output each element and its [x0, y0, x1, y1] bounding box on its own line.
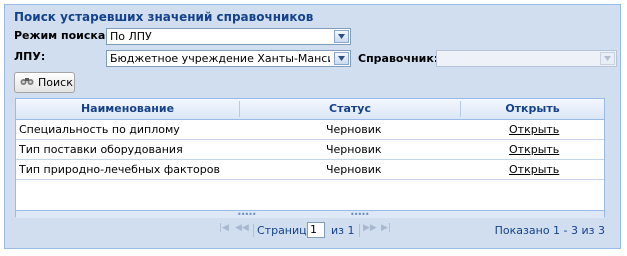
chevron-down-icon[interactable]	[600, 52, 615, 65]
search-button-label: Поиск	[38, 76, 73, 89]
row-status: Черновик	[326, 163, 382, 176]
grid-splitter[interactable]: ••••• •••••	[16, 210, 604, 219]
splitter-grip-icon: •••••	[350, 210, 370, 219]
column-header-name[interactable]: Наименование	[16, 99, 239, 119]
page-label: Страница	[257, 224, 314, 237]
directory-label: Справочник:	[358, 52, 439, 65]
next-page-icon[interactable]: ▶▶	[363, 223, 377, 233]
lpu-select[interactable]: Бюджетное учреждение Ханты-Мансийского	[106, 50, 351, 67]
column-header-status[interactable]: Статус	[240, 99, 460, 119]
row-name: Тип поставки оборудования	[19, 143, 183, 156]
directory-select[interactable]	[436, 50, 617, 67]
open-link[interactable]: Открыть	[509, 120, 559, 139]
open-link[interactable]: Открыть	[509, 140, 559, 159]
table-row[interactable]: Тип природно-лечебных факторов Черновик …	[16, 160, 604, 180]
row-status: Черновик	[326, 123, 382, 136]
row-status: Черновик	[326, 143, 382, 156]
chevron-down-icon[interactable]	[334, 52, 349, 65]
grid-header: Наименование Статус Открыть	[16, 99, 604, 120]
table-row[interactable]: Тип поставки оборудования Черновик Откры…	[16, 140, 604, 160]
search-mode-label: Режим поиска:	[14, 29, 110, 42]
splitter-grip-icon: •••••	[237, 210, 257, 219]
row-name: Специальность по диплому	[19, 123, 180, 136]
search-mode-value: По ЛПУ	[110, 30, 152, 43]
chevron-down-icon[interactable]	[334, 30, 349, 43]
search-panel: Поиск устаревших значений справочников Р…	[4, 4, 621, 249]
page-count-label: из 1	[331, 224, 355, 237]
page-number-input[interactable]: 1	[307, 222, 325, 238]
row-name: Тип природно-лечебных факторов	[19, 163, 220, 176]
first-page-icon[interactable]: |◀	[219, 223, 229, 233]
search-mode-select[interactable]: По ЛПУ	[106, 28, 351, 45]
last-page-icon[interactable]: ▶|	[381, 223, 391, 233]
binoculars-icon	[20, 76, 34, 89]
column-header-open[interactable]: Открыть	[461, 99, 604, 119]
open-link[interactable]: Открыть	[509, 160, 559, 179]
paging-toolbar: |◀ ◀◀ Страница 1 из 1 ▶▶ ▶| Показано 1 -…	[15, 220, 605, 242]
results-grid: Наименование Статус Открыть Специальност…	[15, 98, 605, 219]
panel-title: Поиск устаревших значений справочников	[14, 10, 314, 24]
lpu-value: Бюджетное учреждение Ханты-Мансийского	[110, 52, 330, 65]
lpu-label: ЛПУ:	[14, 50, 46, 63]
search-button[interactable]: Поиск	[14, 72, 75, 93]
table-row[interactable]: Специальность по диплому Черновик Открыт…	[16, 120, 604, 140]
paging-summary: Показано 1 - 3 из 3	[494, 224, 605, 237]
prev-page-icon[interactable]: ◀◀	[235, 223, 249, 233]
